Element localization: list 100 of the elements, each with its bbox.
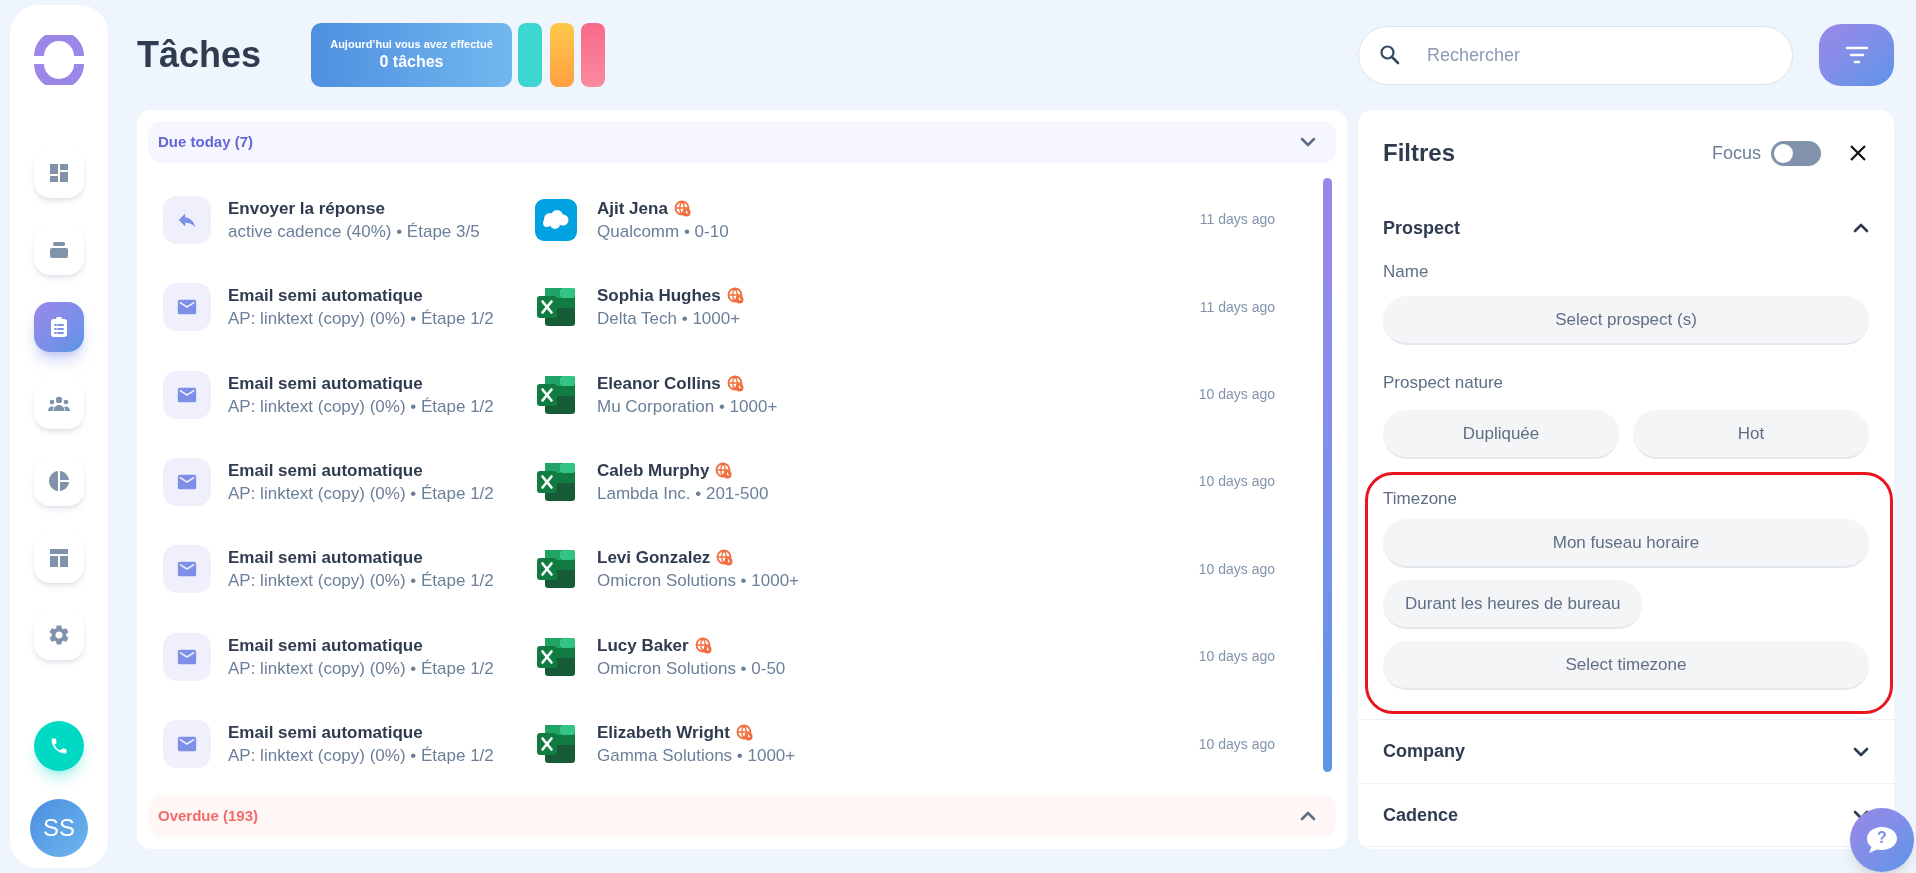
layout-icon	[47, 546, 71, 570]
task-title: Email semi automatique	[228, 372, 424, 395]
spreadsheet-logo-icon	[535, 373, 577, 416]
sidebar-item[interactable]	[34, 456, 84, 506]
task-row[interactable]: Email semi automatique AP: linktext (copy) (0%) • Étape 1/2 Lucy Baker Omicron Solutions • 0-50 10 days ago	[148, 613, 1323, 701]
search-field[interactable]: Rechercher	[1358, 25, 1793, 85]
company-info: Lambda Inc. • 201-500	[597, 482, 770, 505]
task-subtitle: AP: linktext (copy) (0%) • Étape 1/2	[228, 395, 495, 418]
task-time: 11 days ago	[1199, 297, 1275, 317]
task-time: 10 days ago	[1198, 559, 1275, 579]
spreadsheet-logo-icon	[535, 548, 577, 591]
filter-section-title[interactable]: Company	[1383, 738, 1465, 765]
sidebar-item[interactable]	[34, 225, 84, 275]
sidebar-item[interactable]	[34, 302, 84, 352]
filter-label: Timezone	[1383, 488, 1458, 510]
timezone-icon	[726, 374, 744, 392]
task-title: Email semi automatique	[228, 547, 424, 570]
timezone-icon	[716, 549, 734, 567]
company-info: Delta Tech • 1000+	[597, 308, 742, 331]
filter-option-button[interactable]: Select prospect (s)	[1383, 296, 1869, 345]
filter-option-button[interactable]: Mon fuseau horaire	[1383, 519, 1869, 568]
filter-section-title[interactable]: Cadence	[1383, 801, 1459, 829]
spreadsheet-logo-icon	[535, 286, 577, 329]
task-title: Email semi automatique	[228, 285, 424, 308]
filter-option-button[interactable]: Durant les heures de bureau	[1383, 580, 1643, 629]
search-icon	[1378, 42, 1402, 67]
timezone-icon	[735, 724, 753, 742]
contact-name: Sophia Hughes	[597, 285, 721, 308]
contact-name: Eleanor Collins	[597, 372, 721, 395]
company-info: Omicron Solutions • 0-50	[597, 657, 787, 680]
task-subtitle: AP: linktext (copy) (0%) • Étape 1/2	[228, 482, 495, 505]
task-title: Email semi automatique	[228, 722, 424, 745]
chat-bubble-icon	[1865, 825, 1899, 855]
close-icon	[1849, 144, 1867, 162]
contact-name: Levi Gonzalez	[597, 547, 711, 570]
filter-button[interactable]	[1819, 24, 1894, 86]
task-group-label: Overdue (193)	[158, 805, 259, 826]
help-glyph: ?	[1877, 828, 1887, 847]
company-info: Gamma Solutions • 1000+	[597, 745, 797, 768]
phone-button[interactable]	[34, 721, 84, 771]
logo-icon	[34, 35, 84, 85]
task-subtitle: active cadence (40%) • Étape 3/5	[228, 220, 481, 243]
filter-option-button[interactable]: Hot	[1633, 410, 1869, 459]
contact-name: Lucy Baker	[597, 634, 689, 657]
task-group-label: Due today (7)	[158, 131, 253, 152]
task-row[interactable]: Email semi automatique AP: linktext (copy) (0%) • Étape 1/2 Eleanor Collins Mu Corporation • 1000+ 10 days ago	[148, 350, 1323, 439]
task-time: 10 days ago	[1198, 734, 1275, 754]
dashboard-icon	[47, 161, 71, 185]
filters-title: Filtres	[1383, 138, 1457, 168]
company-info: Mu Corporation • 1000+	[597, 395, 779, 418]
task-subtitle: AP: linktext (copy) (0%) • Étape 1/2	[228, 745, 495, 768]
company-info: Omicron Solutions • 1000+	[597, 570, 801, 593]
focus-label: Focus	[1711, 141, 1761, 165]
contact-name: Elizabeth Wright	[597, 722, 730, 745]
spreadsheet-logo-icon	[535, 460, 577, 503]
stat-bar	[518, 23, 542, 87]
filter-icon	[1844, 46, 1869, 64]
spreadsheet-logo-icon	[535, 723, 577, 766]
task-title: Envoyer la réponse	[228, 197, 386, 220]
stat-bar	[581, 23, 605, 87]
contact-name: Ajit Jena	[597, 197, 668, 220]
spreadsheet-logo-icon	[535, 635, 577, 678]
task-time: 10 days ago	[1198, 472, 1275, 492]
filter-section-title[interactable]: Prospect	[1383, 214, 1461, 242]
task-subtitle: AP: linktext (copy) (0%) • Étape 1/2	[228, 570, 495, 593]
phone-icon	[49, 736, 69, 756]
timezone-icon	[726, 287, 744, 305]
task-time: 10 days ago	[1198, 647, 1275, 667]
filter-option-button[interactable]: Dupliquée	[1383, 410, 1619, 459]
task-title: Email semi automatique	[228, 459, 424, 482]
task-time: 10 days ago	[1198, 385, 1275, 405]
scrollbar[interactable]	[1323, 178, 1332, 772]
task-row[interactable]: Email semi automatique AP: linktext (copy) (0%) • Étape 1/2 Levi Gonzalez Omicron Solutions • 1000+ 10 days ago	[148, 525, 1323, 614]
sidebar-item[interactable]	[34, 610, 84, 660]
task-time: 11 days ago	[1199, 210, 1275, 230]
focus-toggle[interactable]	[1771, 140, 1821, 166]
filter-label: Name	[1383, 261, 1430, 283]
sidebar-item[interactable]	[34, 148, 84, 198]
filter-option-button[interactable]: Select timezone	[1383, 641, 1869, 690]
timezone-icon	[694, 636, 712, 654]
filter-label: Prospect nature	[1383, 372, 1504, 394]
timezone-icon	[673, 199, 691, 217]
task-row[interactable]: Envoyer la réponse active cadence (40%) • Étape 3/5 Ajit Jena Qualcomm • 0-10 11 days ago	[148, 176, 1323, 264]
company-info: Qualcomm • 0-10	[597, 220, 730, 243]
summary-caption: Aujourd’hui vous avez effectué	[330, 37, 493, 51]
stat-bar	[550, 23, 574, 87]
settings-icon	[47, 623, 71, 647]
task-subtitle: AP: linktext (copy) (0%) • Étape 1/2	[228, 657, 495, 680]
task-row[interactable]: Email semi automatique AP: linktext (copy) (0%) • Étape 1/2 Caleb Murphy Lambda Inc. • 201-500 10 days ago	[148, 438, 1323, 526]
task-subtitle: AP: linktext (copy) (0%) • Étape 1/2	[228, 308, 495, 331]
timezone-icon	[715, 461, 733, 479]
summary-count: 0 tâches	[379, 52, 444, 72]
task-title: Email semi automatique	[228, 634, 424, 657]
task-row[interactable]: Email semi automatique AP: linktext (copy) (0%) • Étape 1/2 Sophia Hughes Delta Tech • 1000+ 11 days ago	[148, 263, 1323, 351]
cloud-logo-icon	[535, 198, 577, 241]
task-row[interactable]: Email semi automatique AP: linktext (copy) (0%) • Étape 1/2 Elizabeth Wright Gamma Solutions • 1000+ 10 days ago	[148, 700, 1323, 788]
task-group-header[interactable]: Due today (7)	[148, 121, 1336, 163]
contact-name: Caleb Murphy	[597, 459, 710, 482]
sidebar-item[interactable]	[34, 533, 84, 583]
sidebar-item[interactable]	[34, 379, 84, 429]
